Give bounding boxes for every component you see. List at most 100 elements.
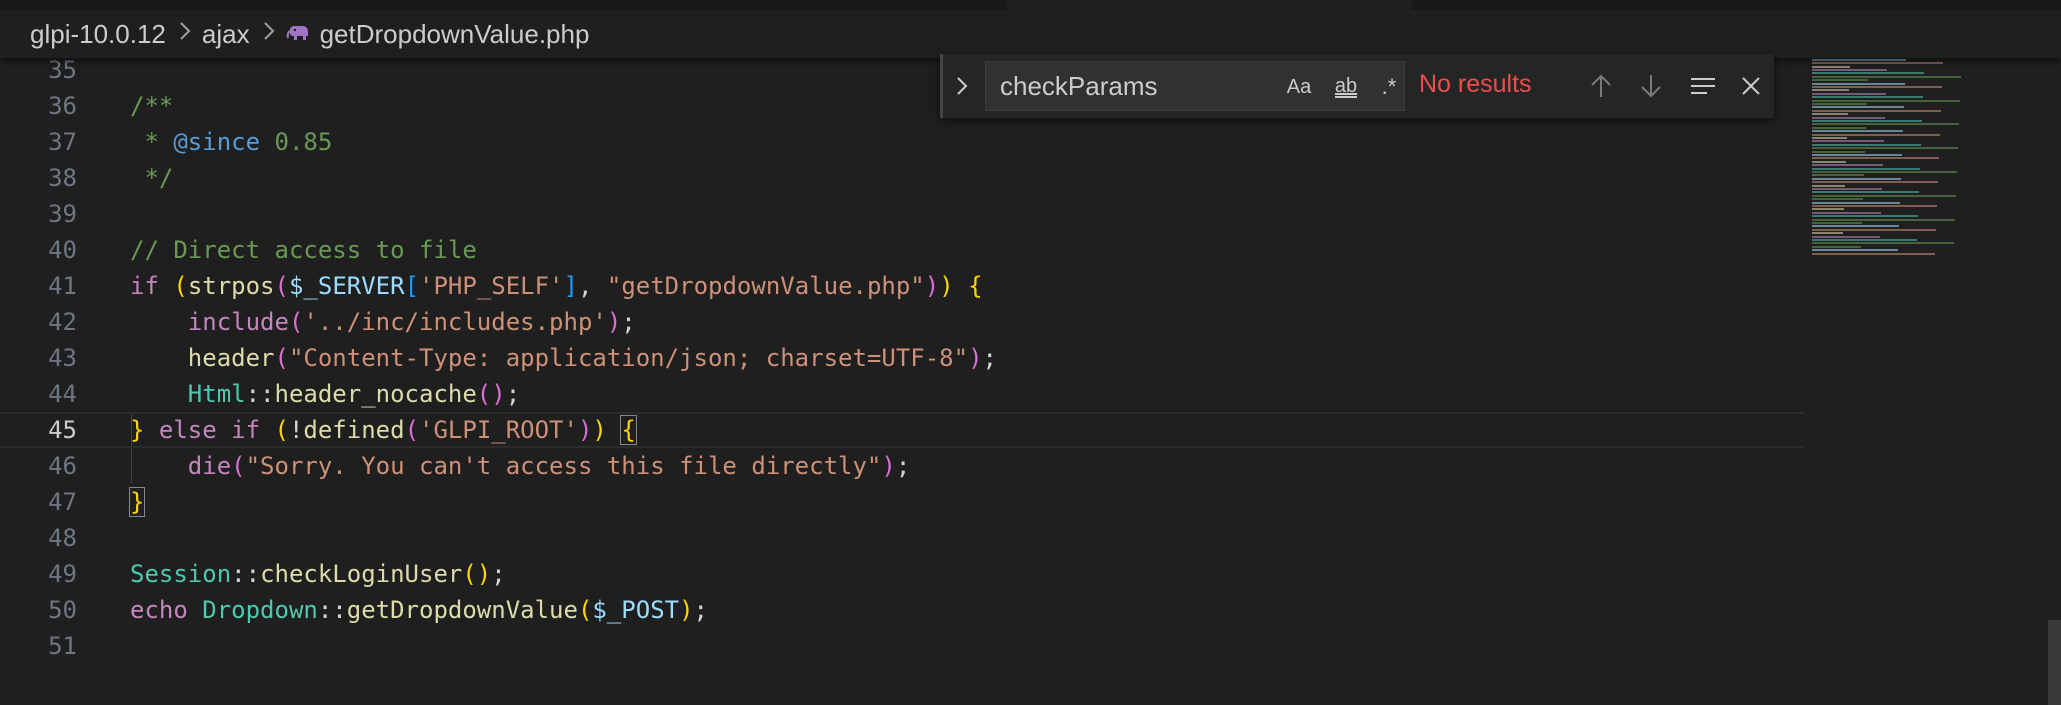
minimap-line [1812,123,1959,126]
code-token: header [187,344,275,372]
breadcrumb-folder-ajax[interactable]: ajax [202,19,250,50]
code-editor[interactable]: 35 36/** 37 * @since 0.85 38 */39 40// Direc… [0,56,2061,705]
code-text: * @since 0.85 [130,124,332,160]
code-token: ; [982,344,997,372]
minimap-line [1812,65,1850,68]
match-case-button[interactable]: Aa [1282,72,1316,102]
code-token: Dropdown [202,596,318,624]
arrow-down-icon [1641,75,1661,98]
code-line[interactable]: 40 // Direct access to file [0,232,1805,268]
minimap-line [1812,208,1844,211]
chevron-right-icon [262,20,276,48]
editor-window: glpi-10.0.12 ajax getDropdownValue.php 3… [0,0,2061,705]
code-token: ( [274,416,289,444]
code-token: ) [924,272,940,300]
minimap-line [1812,191,1919,194]
line-number: 48 [48,524,77,552]
code-token: "Sorry. You can't access this file direc… [245,452,882,480]
code-line[interactable]: 42 include('../inc/includes.php'); [0,304,1805,340]
close-find-button[interactable] [1733,68,1769,104]
minimap-line [1812,225,1899,228]
code-token: Session [130,560,232,588]
breadcrumb-file[interactable]: getDropdownValue.php [320,19,590,50]
code-token: include [187,308,289,336]
match-whole-word-button[interactable]: ab [1326,72,1366,102]
minimap-line [1812,177,1901,180]
previous-match-button[interactable] [1583,68,1619,104]
minimap-line [1812,194,1956,197]
code-line[interactable]: 43 header("Content-Type: application/jso… [0,340,1805,376]
code-token: ) [606,308,622,336]
line-number: 46 [48,452,77,480]
code-line[interactable]: 37 * @since 0.85 [0,124,1805,160]
code-token: ( [577,596,593,624]
minimap-line [1812,181,1938,184]
code-line[interactable]: 51 [0,628,1805,664]
minimap-line [1812,58,1906,61]
code-token: 'PHP_SELF' [419,272,564,300]
code-line[interactable]: 45 } else if (!defined('GLPI_ROOT')) { [0,412,1805,448]
minimap-line [1812,249,1898,252]
code-token: ; [621,308,636,336]
close-icon [1742,77,1760,95]
minimap-line [1812,140,1884,143]
toggle-replace-button[interactable] [949,68,975,104]
minimap-line [1812,205,1937,207]
next-match-button[interactable] [1633,68,1669,104]
code-line[interactable]: 47} [0,484,1805,520]
line-number: 41 [48,272,77,300]
code-token: 0.85 [260,128,333,156]
code-token: ! [288,416,304,444]
find-input[interactable] [1000,70,1270,102]
minimap[interactable] [1810,52,2010,272]
line-number: 49 [48,560,77,588]
minimap-line [1812,171,1957,173]
minimap-line [1812,160,1846,163]
scrollbar-thumb[interactable] [2048,620,2061,705]
code-token: ) [968,344,983,372]
minimap-line [1812,69,1887,71]
minimap-line [1812,133,1940,136]
code-token: ; [505,380,521,408]
minimap-line [1812,239,1917,241]
code-line[interactable]: 39 [0,196,1805,232]
minimap-line [1812,106,1904,109]
code-line[interactable]: 38 */ [0,160,1805,196]
find-in-selection-icon [1691,78,1715,94]
code-line[interactable]: 44 Html::header_nocache(); [0,376,1805,412]
code-token: Html [187,380,246,408]
find-in-selection-button[interactable] [1685,68,1721,104]
minimap-line [1812,164,1883,167]
line-number: 45 [48,416,77,444]
code-token: ) [592,416,607,444]
code-text: } else if (!defined('GLPI_ROOT')) { [130,414,637,446]
code-token: ( [288,308,304,336]
code-text: Html::header_nocache(); [130,376,520,412]
code-line[interactable]: 41 if (strpos($_SERVER['PHP_SELF'], "getD… [0,268,1805,304]
use-regex-button[interactable]: .* [1374,72,1404,102]
code-token: '../inc/includes.php' [303,308,607,336]
code-text: echo Dropdown::getDropdownValue($_POST); [130,592,708,628]
code-token: */ [130,164,174,192]
code-line[interactable]: 48 [0,520,1805,556]
code-line[interactable]: 46 die("Sorry. You can't access this fil… [0,448,1805,484]
code-token: @since [173,128,261,156]
code-token: ; [491,560,506,588]
minimap-line [1812,150,1865,153]
code-token: * [130,128,174,156]
minimap-line [1812,99,1960,102]
code-line[interactable]: 49 Session::checkLoginUser(); [0,556,1805,592]
line-number: 38 [48,164,77,192]
arrow-up-icon [1591,74,1611,97]
vertical-scrollbar[interactable] [2048,58,2061,705]
code-line[interactable]: 50 echo Dropdown::getDropdownValue($_POST… [0,592,1805,628]
minimap-line [1812,137,1847,139]
active-tab[interactable] [1006,0,1412,10]
breadcrumb-folder-root[interactable]: glpi-10.0.12 [30,19,166,50]
code-text: if (strpos($_SERVER['PHP_SELF'], "getDro… [130,268,983,304]
minimap-line [1812,154,1902,156]
line-number: 39 [48,200,77,228]
minimap-line [1812,242,1954,245]
